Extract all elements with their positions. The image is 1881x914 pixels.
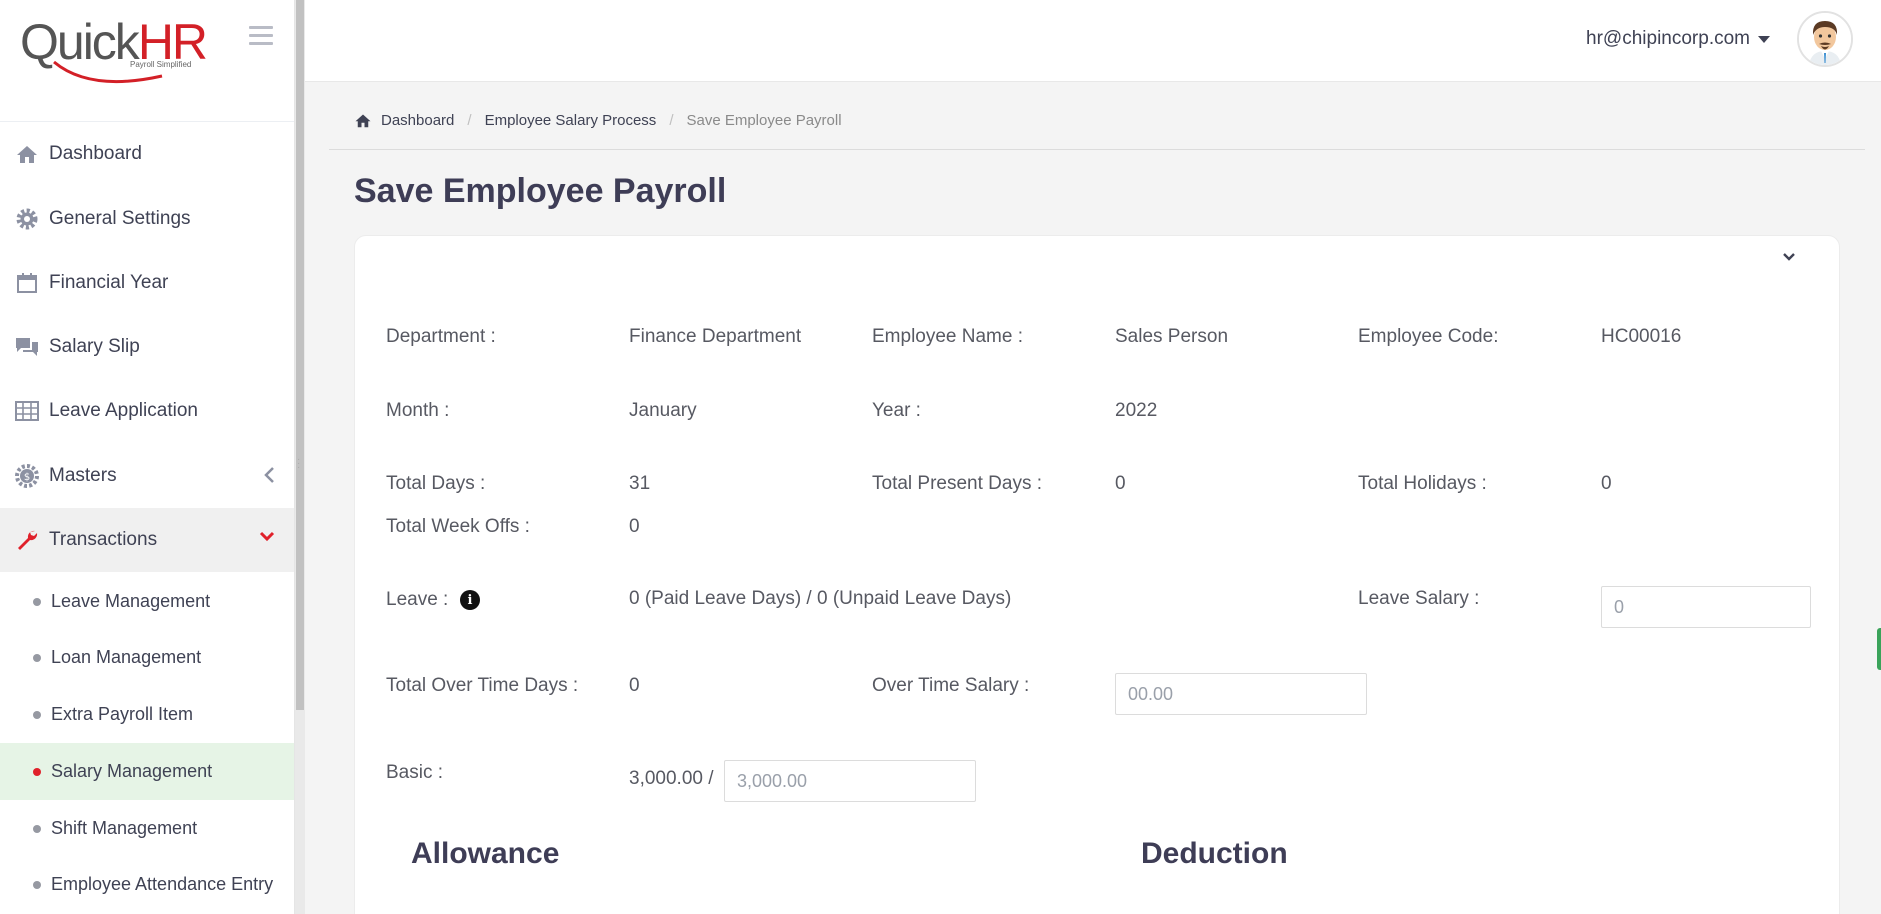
month-label: Month :	[386, 400, 450, 421]
sidebar-item-label: Transactions	[49, 529, 158, 550]
sidebar-subitem-label: Shift Management	[51, 818, 198, 838]
total-present-days-label: Total Present Days :	[872, 473, 1043, 494]
info-icon[interactable]: i	[460, 590, 480, 610]
table-icon	[14, 398, 40, 424]
basic-input[interactable]	[724, 760, 976, 802]
calendar-icon	[14, 270, 40, 296]
bullet-icon	[33, 768, 41, 776]
breadcrumb: Dashboard / Employee Salary Process / Sa…	[329, 112, 1865, 150]
sidebar: QuickHR Payroll Simplified Dashboard Gen…	[0, 0, 295, 914]
bullet-icon	[33, 881, 41, 889]
sidebar-item-label: General Settings	[49, 208, 191, 229]
scrollbar-thumb[interactable]	[296, 0, 304, 710]
chat-icon	[14, 334, 40, 360]
sidebar-item-label: Dashboard	[49, 143, 142, 164]
employee-code-value: HC00016	[1601, 326, 1682, 347]
sidebar-item-general-settings[interactable]: General Settings	[0, 187, 294, 251]
breadcrumb-current: Save Employee Payroll	[686, 112, 842, 129]
sidebar-subitem-salary-management[interactable]: Salary Management	[0, 743, 294, 800]
home-icon	[14, 141, 40, 167]
home-icon	[355, 114, 371, 128]
leave-label: Leave :	[386, 589, 449, 610]
total-holidays-label: Total Holidays :	[1358, 473, 1487, 494]
menu-toggle-icon[interactable]	[249, 26, 273, 50]
page-title: Save Employee Payroll	[354, 172, 727, 210]
sidebar-item-label: Financial Year	[49, 272, 169, 293]
caret-down-icon	[1758, 35, 1770, 43]
avatar[interactable]	[1797, 11, 1853, 67]
sidebar-subitem-shift-management[interactable]: Shift Management	[0, 800, 294, 857]
money-icon: $	[14, 463, 40, 489]
chevron-down-icon	[259, 531, 275, 542]
sidebar-item-financial-year[interactable]: Financial Year	[0, 251, 294, 315]
breadcrumb-home-label: Dashboard	[381, 112, 455, 129]
sidebar-subitem-leave-management[interactable]: Leave Management	[0, 573, 294, 630]
breadcrumb-parent[interactable]: Employee Salary Process	[485, 112, 657, 129]
deduction-heading: Deduction	[1141, 837, 1288, 870]
breadcrumb-home[interactable]: Dashboard	[354, 112, 454, 129]
leave-value: 0 (Paid Leave Days) / 0 (Unpaid Leave Da…	[629, 588, 1012, 609]
over-time-salary-label: Over Time Salary :	[872, 675, 1030, 696]
total-days-label: Total Days :	[386, 473, 486, 494]
top-bar: hr@chipincorp.com	[305, 0, 1881, 82]
total-days-value: 31	[629, 473, 651, 494]
side-widget-tab[interactable]	[1877, 628, 1881, 670]
sidebar-subitem-extra-payroll-item[interactable]: Extra Payroll Item	[0, 686, 294, 743]
total-week-offs-label: Total Week Offs :	[386, 516, 530, 537]
employee-code-label: Employee Code:	[1358, 326, 1499, 347]
bullet-icon	[33, 654, 41, 662]
sidebar-subitem-employee-attendance-entry[interactable]: Employee Attendance Entry	[0, 856, 294, 913]
department-label: Department :	[386, 326, 496, 347]
sidebar-item-dashboard[interactable]: Dashboard	[0, 122, 294, 186]
year-value: 2022	[1115, 400, 1158, 421]
basic-label: Basic :	[386, 762, 444, 783]
bullet-icon	[33, 711, 41, 719]
sidebar-item-leave-application[interactable]: Leave Application	[0, 379, 294, 443]
sidebar-item-label: Masters	[49, 465, 117, 486]
sidebar-item-label: Leave Application	[49, 400, 198, 421]
total-holidays-value: 0	[1601, 473, 1612, 494]
total-present-days-value: 0	[1115, 473, 1126, 494]
user-menu[interactable]: hr@chipincorp.com	[1586, 28, 1770, 50]
total-over-time-days-label: Total Over Time Days :	[386, 675, 579, 696]
sidebar-subitem-label: Leave Management	[51, 591, 211, 611]
leave-salary-input[interactable]	[1601, 586, 1811, 628]
over-time-salary-input[interactable]	[1115, 673, 1367, 715]
gear-icon	[14, 206, 40, 232]
leave-salary-label: Leave Salary :	[1358, 588, 1480, 609]
user-email: hr@chipincorp.com	[1586, 28, 1750, 49]
sidebar-subitem-label: Loan Management	[51, 647, 202, 667]
payroll-card: Department : Finance Department Employee…	[354, 235, 1840, 914]
employee-name-value: Sales Person	[1115, 326, 1229, 347]
total-week-offs-value: 0	[629, 516, 640, 537]
app-logo[interactable]: QuickHR Payroll Simplified	[20, 14, 208, 84]
bullet-icon	[33, 825, 41, 833]
total-over-time-days-value: 0	[629, 675, 640, 696]
sidebar-subitem-label: Employee Attendance Entry	[51, 874, 274, 894]
logo-tagline: Payroll Simplified	[130, 60, 192, 69]
sidebar-subitem-label: Extra Payroll Item	[51, 704, 194, 724]
department-value: Finance Department	[629, 326, 802, 347]
month-value: January	[629, 400, 697, 421]
breadcrumb-separator: /	[467, 112, 472, 129]
logo-area: QuickHR Payroll Simplified	[0, 0, 294, 122]
wrench-icon	[14, 527, 40, 553]
svg-text:$: $	[24, 472, 30, 483]
year-label: Year :	[872, 400, 921, 421]
bullet-icon	[33, 598, 41, 606]
sidebar-subitem-label: Salary Management	[51, 761, 213, 781]
avatar-icon	[1799, 13, 1851, 65]
employee-name-label: Employee Name :	[872, 326, 1024, 347]
sidebar-item-label: Salary Slip	[49, 336, 140, 357]
allowance-heading: Allowance	[411, 837, 560, 870]
collapse-chevron-icon[interactable]	[1783, 252, 1795, 262]
basic-value: 3,000.00 /	[629, 768, 714, 789]
breadcrumb-separator: /	[669, 112, 674, 129]
sidebar-subitem-loan-management[interactable]: Loan Management	[0, 629, 294, 686]
sidebar-item-transactions[interactable]: Transactions	[0, 508, 294, 572]
sidebar-item-salary-slip[interactable]: Salary Slip	[0, 315, 294, 379]
sidebar-item-masters[interactable]: $ Masters	[0, 444, 294, 508]
chevron-left-icon	[264, 467, 274, 483]
resize-grip-icon[interactable]: · · ·	[297, 455, 303, 473]
